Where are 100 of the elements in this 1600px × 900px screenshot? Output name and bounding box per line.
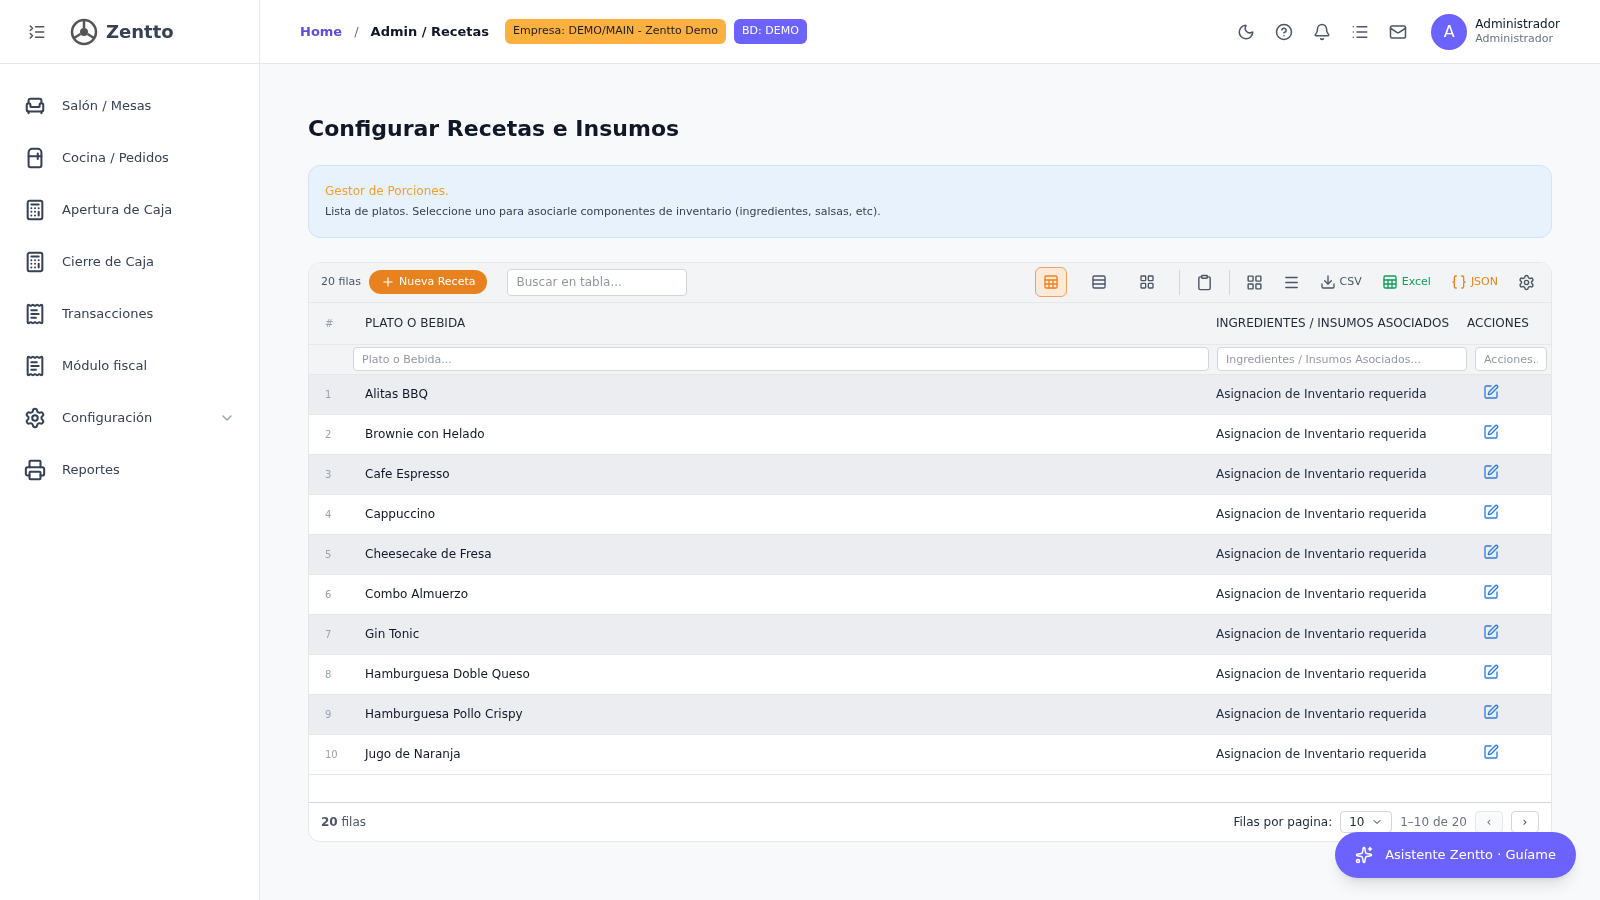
edit-button[interactable] — [1483, 503, 1499, 520]
dish-name-cell-text: Cheesecake de Fresa — [364, 546, 493, 563]
info-title: Gestor de Porciones. — [325, 183, 450, 200]
receipt-icon — [24, 303, 46, 325]
table-row[interactable]: 1 Alitas BBQ Asignacion de Inventario requerida — [309, 374, 1551, 415]
table-row[interactable]: 9 Hamburguesa Pollo Crispy Asignacion de Inventario requerida — [309, 694, 1551, 735]
list-view-icon — [1090, 274, 1107, 290]
sidebar-item[interactable]: Reportes — [0, 444, 259, 496]
braces-icon — [1450, 274, 1467, 291]
clipboard-icon — [1195, 273, 1213, 291]
bell-icon — [1313, 22, 1332, 41]
table-row[interactable]: 5 Cheesecake de Fresa Asignacion de Inventario requerida — [309, 534, 1551, 575]
plus-icon — [380, 275, 395, 289]
row-number: 7 — [324, 627, 333, 642]
dish-name-cell-text: Combo Almuerzo — [364, 586, 469, 603]
dish-name-cell-text: Cappuccino — [364, 506, 437, 523]
dish-name-cell-text: Gin Tonic — [364, 626, 421, 643]
table-row[interactable]: 3 Cafe Espresso Asignacion de Inventario requerida — [309, 454, 1551, 495]
sidebar-item[interactable]: Salón / Mesas — [0, 80, 259, 132]
dish-name-cell-text: Cafe Espresso — [364, 466, 451, 483]
edit-icon — [1483, 703, 1499, 720]
info-text: Lista de platos. Seleccione uno para asociarle componentes de inventario (ingredientes, salsas, etc). — [325, 204, 882, 220]
user-avatar[interactable]: A — [1431, 13, 1468, 50]
dish-name-cell-text: Hamburguesa Pollo Crispy — [364, 706, 524, 723]
menu-icon — [28, 22, 46, 41]
breadcrumb-separator: / — [354, 22, 359, 41]
sidebar-item[interactable]: Apertura de Caja — [0, 184, 259, 236]
table-view-icon — [1042, 274, 1059, 290]
spreadsheet-icon — [1381, 274, 1398, 291]
table-view-toggle[interactable] — [1034, 267, 1067, 297]
ingredients-cell-text: Asignacion de Inventario requerida — [1215, 746, 1428, 763]
row-number: 4 — [324, 507, 333, 522]
ingredients-cell-text: Asignacion de Inventario requerida — [1215, 466, 1428, 483]
edit-button[interactable] — [1483, 743, 1499, 760]
menu-collapse-button[interactable] — [28, 22, 46, 41]
dish-name-cell-text: Jugo de Naranja — [363, 746, 462, 763]
ingredients-cell-text: Asignacion de Inventario requerida — [1215, 666, 1428, 683]
edit-icon — [1483, 423, 1499, 440]
help-icon — [1275, 22, 1294, 41]
edit-icon — [1483, 543, 1499, 560]
column-header: ACCIONES — [1467, 315, 1530, 332]
row-number: 1 — [324, 387, 333, 402]
ingredients-cell-text: Asignacion de Inventario requerida — [1215, 626, 1428, 643]
edit-icon — [1483, 623, 1499, 640]
edit-button[interactable] — [1483, 543, 1499, 560]
printer-icon — [24, 459, 46, 481]
receipt-icon — [24, 355, 46, 377]
moon-button[interactable] — [1237, 22, 1256, 41]
edit-icon — [1483, 503, 1499, 520]
bell-button[interactable] — [1313, 22, 1332, 41]
column-filter-field[interactable]: Acciones.. — [1475, 347, 1547, 371]
user-name: Administrador — [1475, 17, 1560, 33]
help-button[interactable] — [1275, 22, 1294, 41]
breadcrumb-current: Admin / Recetas — [370, 22, 490, 41]
edit-button[interactable] — [1483, 383, 1499, 400]
row-number: 5 — [324, 547, 333, 562]
row-number: 9 — [324, 707, 333, 722]
mail-button[interactable] — [1389, 22, 1408, 41]
sidebar-item[interactable]: Cocina / Pedidos — [0, 132, 259, 184]
sidebar-item[interactable]: Módulo fiscal — [0, 340, 259, 392]
column-filter-field[interactable]: Ingredientes / Insumos Asociados... — [1217, 347, 1467, 371]
edit-button[interactable] — [1483, 663, 1499, 680]
row-number: 8 — [324, 667, 333, 682]
csv-export-button[interactable]: CSV — [1315, 269, 1366, 295]
sidebar-item[interactable]: Configuración — [0, 392, 259, 444]
column-filter-field[interactable]: Plato o Bebida... — [353, 347, 1209, 371]
dish-name-cell-text: Hamburguesa Doble Queso — [364, 666, 531, 683]
column-header: PLATO O BEBIDA — [364, 315, 467, 332]
search-field[interactable]: Buscar en tabla... — [507, 268, 688, 296]
column-header: INGREDIENTES / INSUMOS ASOCIADOS — [1215, 315, 1451, 332]
page-title: Configurar Recetas e Insumos — [308, 115, 681, 143]
edit-button[interactable] — [1483, 423, 1499, 440]
breadcrumb-link[interactable]: Home — [300, 21, 343, 42]
edit-button[interactable] — [1483, 583, 1499, 600]
brand-name: Zentto — [106, 20, 174, 44]
edit-button[interactable] — [1483, 623, 1499, 640]
sparkles-icon — [1355, 846, 1374, 864]
edit-button[interactable] — [1483, 463, 1499, 480]
edit-icon — [1483, 463, 1499, 480]
edit-icon — [1483, 583, 1499, 600]
settings-icon — [1518, 273, 1535, 291]
ingredients-cell-text: Asignacion de Inventario requerida — [1215, 546, 1428, 563]
moon-icon — [1237, 22, 1256, 41]
sidebar-item[interactable]: Cierre de Caja — [0, 236, 259, 288]
info-badge: BD: DEMO — [734, 19, 807, 44]
assistant-button[interactable]: Asistente Zentto · Guíame — [1335, 832, 1576, 878]
row-number: 3 — [324, 467, 333, 482]
dish-name-cell-text: Brownie con Helado — [364, 426, 486, 443]
sidebar-item[interactable]: Transacciones — [0, 288, 259, 340]
table-row[interactable]: 7 Gin Tonic Asignacion de Inventario requerida — [309, 614, 1551, 655]
edit-icon — [1483, 663, 1499, 680]
download-icon — [1319, 274, 1336, 291]
user-role: Administrador — [1475, 32, 1554, 46]
edit-button[interactable] — [1483, 703, 1499, 720]
edit-icon — [1483, 743, 1499, 760]
settings-icon — [24, 407, 46, 429]
footer-row-count: 20 filas — [321, 813, 366, 831]
logo-icon — [70, 17, 98, 46]
ingredients-cell-text: Asignacion de Inventario requerida — [1215, 586, 1428, 603]
page-range: 1–10 de 20 — [1400, 813, 1467, 831]
